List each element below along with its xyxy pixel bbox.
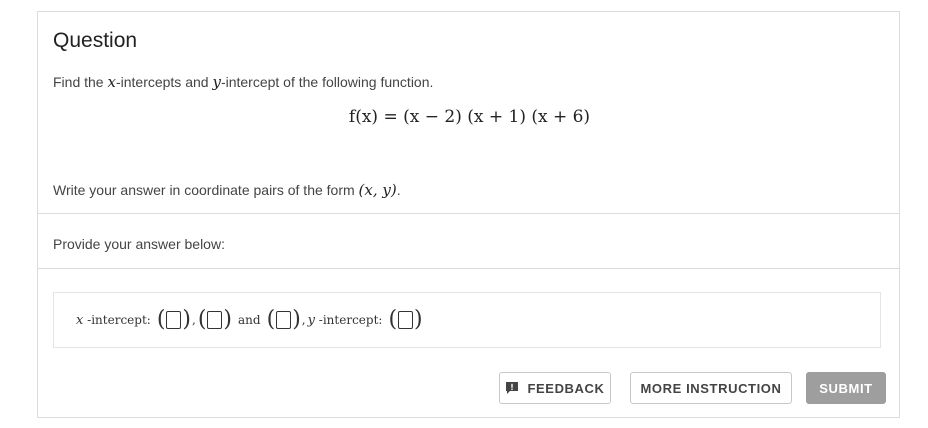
x-intercept-text: -intercept: <box>83 312 151 327</box>
open-paren: ( <box>197 307 207 332</box>
section-divider <box>38 268 899 269</box>
question-card: Question Find the x-intercepts and y-int… <box>37 11 900 418</box>
more-instruction-label: MORE INSTRUCTION <box>640 380 782 396</box>
instruction-text: Write your answer in coordinate pairs of… <box>53 182 359 198</box>
y-intercept-input[interactable] <box>398 311 414 329</box>
prompt-text-start: Find the <box>53 74 108 90</box>
prompt-text-end: -intercept of the following function. <box>220 74 434 90</box>
close-paren: ) <box>223 307 233 332</box>
close-paren: ) <box>182 307 191 332</box>
open-paren: ( <box>388 307 398 332</box>
and-label: and <box>238 313 261 327</box>
x-intercept-1-input[interactable] <box>166 311 182 329</box>
x-intercept-2-input[interactable] <box>207 311 223 329</box>
function-formula: f(x) = (x − 2) (x + 1) (x + 6) <box>348 107 591 127</box>
more-instruction-button[interactable]: MORE INSTRUCTION <box>630 372 792 404</box>
comma-separator: , <box>301 313 306 327</box>
prompt-y-var: y <box>212 73 221 91</box>
feedback-label: FEEDBACK <box>527 380 605 396</box>
question-prompt: Find the x-intercepts and y-intercept of… <box>53 73 433 91</box>
question-title: Question <box>53 29 138 52</box>
submit-label: SUBMIT <box>819 380 873 396</box>
answer-format-instruction: Write your answer in coordinate pairs of… <box>53 181 401 199</box>
submit-button[interactable]: SUBMIT <box>806 372 886 404</box>
prompt-x-var: x <box>107 73 116 91</box>
x-intercept-label: x -intercept: <box>76 313 151 328</box>
close-paren: ) <box>292 307 301 332</box>
answer-area: x -intercept: (), () and (), y -intercep… <box>53 292 881 348</box>
prompt-text-mid: -intercepts and <box>115 74 213 90</box>
provide-answer-label: Provide your answer below: <box>53 236 225 252</box>
open-paren: ( <box>266 307 276 332</box>
comma-separator: , <box>192 313 196 327</box>
y-intercept-var: y <box>307 312 315 328</box>
close-paren: ) <box>414 307 423 332</box>
y-intercept-text: -intercept: <box>314 312 383 327</box>
feedback-button[interactable]: FEEDBACK <box>499 372 611 404</box>
instruction-form: (x, y) <box>358 181 397 199</box>
x-intercept-3-input[interactable] <box>276 311 292 329</box>
instruction-period: . <box>396 182 401 198</box>
y-intercept-label: y -intercept: <box>308 313 383 328</box>
open-paren: ( <box>156 307 166 332</box>
section-divider <box>38 213 899 214</box>
feedback-icon <box>506 382 519 394</box>
